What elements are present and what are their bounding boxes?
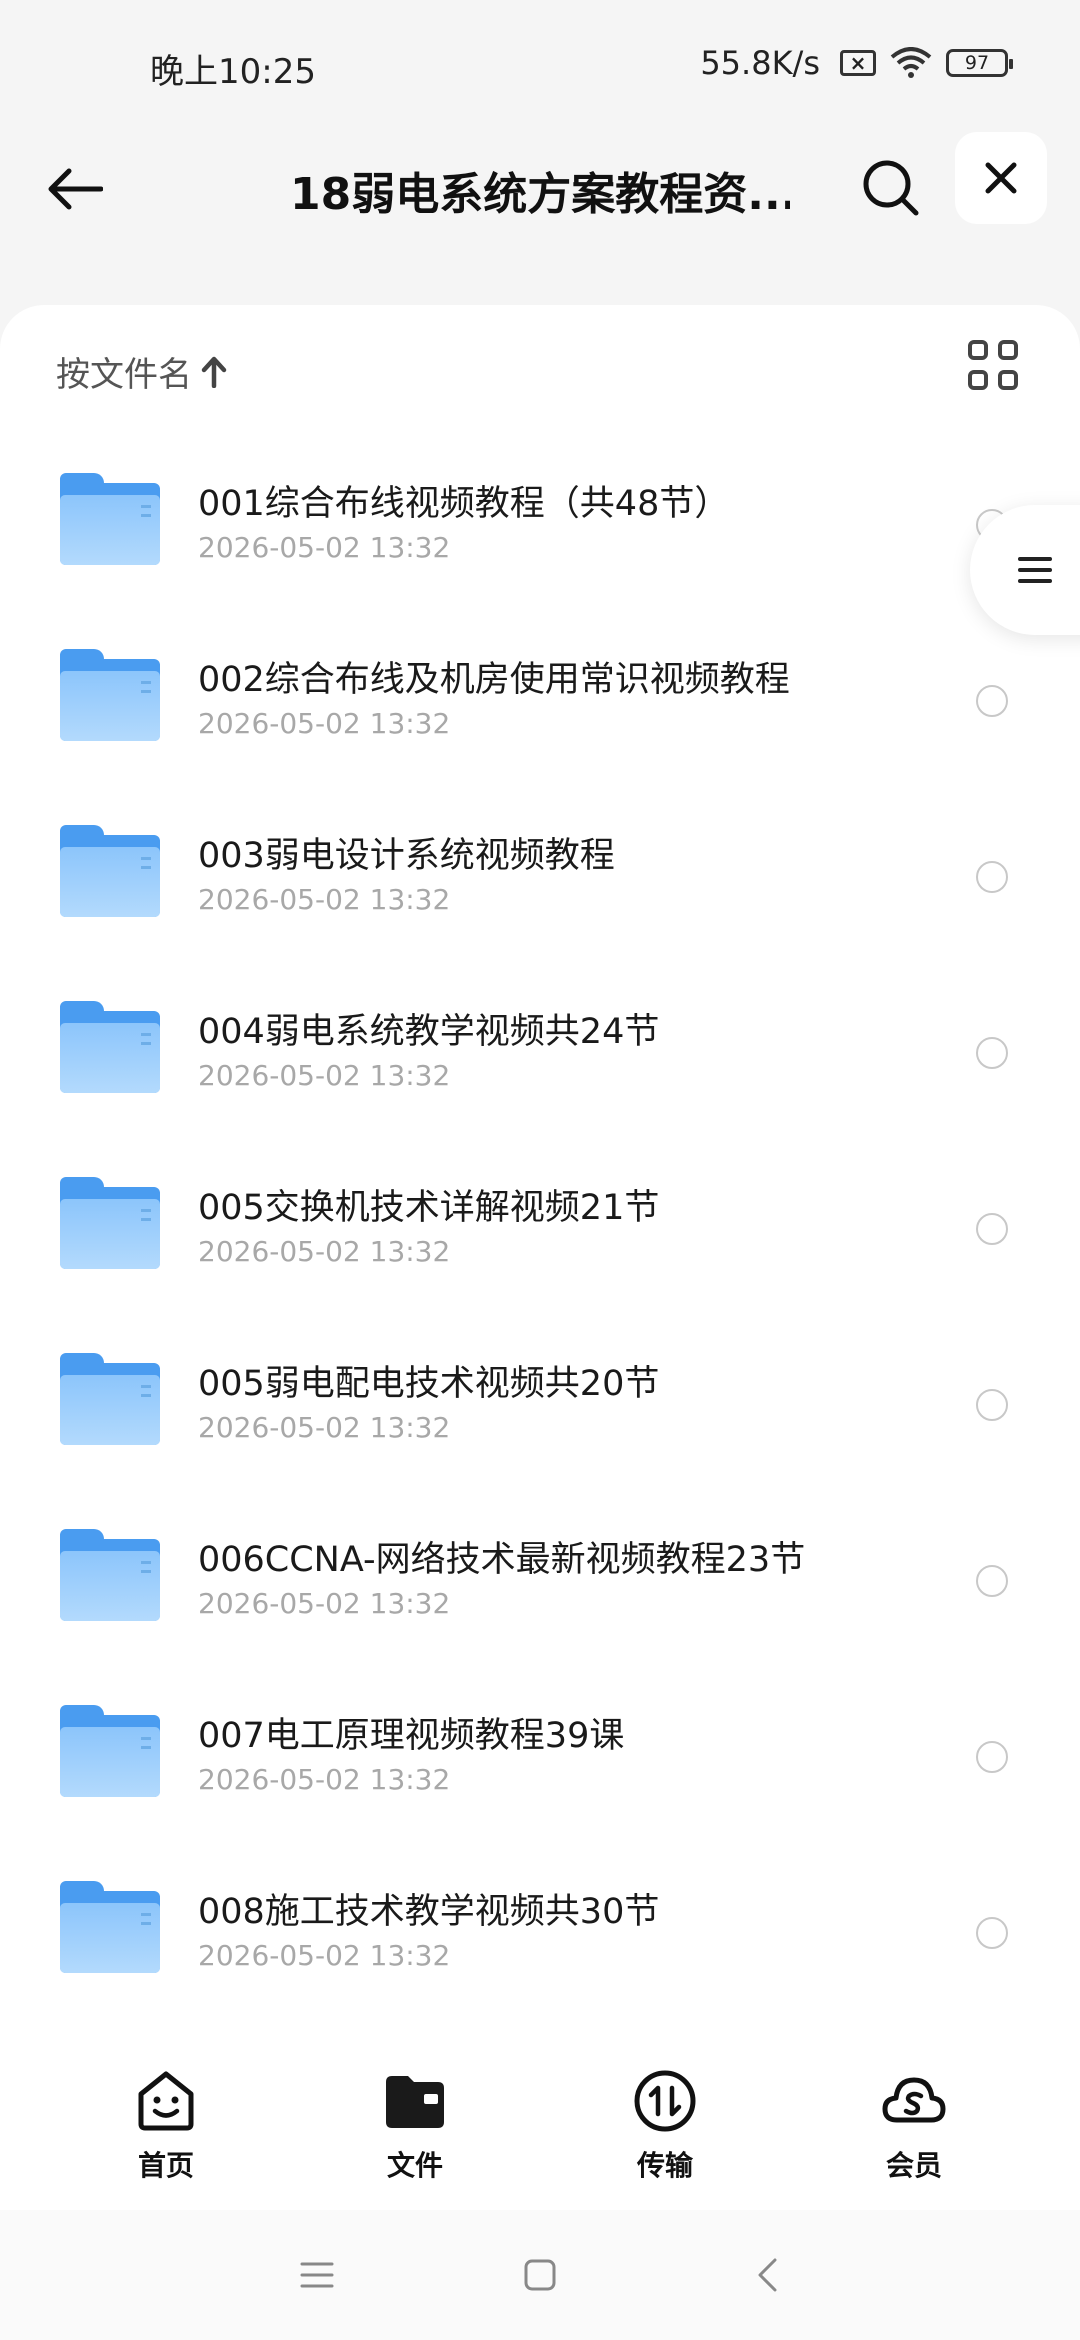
grid-view-icon	[968, 340, 988, 360]
file-list-panel: 按文件名 001综合布线视频教程（共48节） 2026-05-02 13:32 …	[0, 305, 1080, 2085]
list-item[interactable]: 006CCNA-网络技术最新视频教程23节 2026-05-02 13:32	[0, 1509, 1080, 1685]
select-radio[interactable]	[976, 1389, 1008, 1421]
list-item[interactable]: 007电工原理视频教程39课 2026-05-02 13:32	[0, 1685, 1080, 1861]
file-name: 003弱电设计系统视频教程	[198, 836, 615, 876]
folder-icon	[60, 825, 160, 917]
select-radio[interactable]	[976, 685, 1008, 717]
close-button[interactable]	[955, 132, 1047, 224]
select-radio[interactable]	[976, 1565, 1008, 1597]
folder-icon	[60, 1705, 160, 1797]
battery-level: 97	[964, 52, 990, 74]
folder-icon	[60, 1353, 160, 1445]
file-name: 005交换机技术详解视频21节	[198, 1188, 660, 1228]
file-date: 2026-05-02 13:32	[198, 883, 451, 916]
nav-files-label: 文件	[386, 2149, 443, 2182]
search-icon	[863, 160, 919, 216]
cloud-member-icon	[882, 2077, 946, 2123]
arrow-up-icon	[201, 356, 227, 388]
sort-button[interactable]: 按文件名	[56, 347, 228, 396]
file-date: 2026-05-02 13:32	[198, 531, 451, 564]
nav-member-label: 会员	[885, 2149, 942, 2182]
grid-view-icon-cell	[998, 340, 1018, 360]
page-title: 18弱电系统方案教程资...	[290, 169, 790, 220]
select-radio[interactable]	[976, 1213, 1008, 1245]
close-icon	[985, 162, 1017, 194]
folder-icon	[386, 2076, 444, 2128]
nav-transfer[interactable]: 传输	[605, 2068, 725, 2184]
menu-lines-icon	[300, 2262, 334, 2288]
status-indicators: 55.8K/s × 97	[700, 44, 1013, 82]
nav-home[interactable]: 首页	[106, 2068, 226, 2184]
folder-icon	[60, 1529, 160, 1621]
folder-icon	[60, 1177, 160, 1269]
net-speed: 55.8K/s	[700, 44, 820, 82]
grid-view-icon-cell	[998, 370, 1018, 390]
file-date: 2026-05-02 13:32	[198, 1411, 451, 1444]
sort-label: 按文件名	[56, 355, 192, 395]
back-arrow-icon	[48, 168, 103, 210]
wifi-icon	[890, 47, 932, 78]
file-date: 2026-05-02 13:32	[198, 1587, 451, 1620]
home-button[interactable]	[515, 2250, 565, 2300]
select-radio[interactable]	[976, 861, 1008, 893]
file-name: 005弱电配电技术视频共20节	[198, 1364, 660, 1404]
battery-icon: 97	[946, 49, 1013, 77]
list-item[interactable]: 004弱电系统教学视频共24节 2026-05-02 13:32	[0, 981, 1080, 1157]
header: 18弱电系统方案教程资...	[0, 130, 1080, 300]
square-icon	[524, 2259, 556, 2291]
bottom-nav: 首页 文件 传输 会员	[0, 2050, 1080, 2211]
nav-files[interactable]: 文件	[355, 2068, 475, 2184]
file-date: 2026-05-02 13:32	[198, 1763, 451, 1796]
status-time: 晚上10:25	[150, 52, 316, 92]
file-date: 2026-05-02 13:32	[198, 707, 451, 740]
sim-x-icon: ×	[840, 50, 876, 76]
list-item[interactable]: 002综合布线及机房使用常识视频教程 2026-05-02 13:32	[0, 629, 1080, 805]
file-date: 2026-05-02 13:32	[198, 1235, 451, 1268]
file-name: 004弱电系统教学视频共24节	[198, 1012, 660, 1052]
list-item[interactable]: 003弱电设计系统视频教程 2026-05-02 13:32	[0, 805, 1080, 981]
hamburger-icon	[1018, 550, 1052, 590]
file-date: 2026-05-02 13:32	[198, 1939, 451, 1972]
list-item[interactable]: 008施工技术教学视频共30节 2026-05-02 13:32	[0, 1861, 1080, 2037]
list-item[interactable]: 005交换机技术详解视频21节 2026-05-02 13:32	[0, 1157, 1080, 1333]
list-item[interactable]: 001综合布线视频教程（共48节） 2026-05-02 13:32	[0, 453, 1080, 629]
grid-view-button[interactable]	[968, 340, 1026, 398]
nav-home-label: 首页	[137, 2149, 194, 2182]
recent-apps-button[interactable]	[292, 2250, 342, 2300]
folder-icon	[60, 1001, 160, 1093]
file-list: 001综合布线视频教程（共48节） 2026-05-02 13:32 002综合…	[0, 453, 1080, 2037]
file-name: 007电工原理视频教程39课	[198, 1716, 625, 1756]
back-button[interactable]	[40, 154, 110, 224]
back-nav-button[interactable]	[742, 2250, 792, 2300]
folder-icon	[60, 473, 160, 565]
search-button[interactable]	[855, 152, 927, 224]
file-name: 002综合布线及机房使用常识视频教程	[198, 660, 790, 700]
transfer-icon	[634, 2070, 696, 2132]
file-name: 008施工技术教学视频共30节	[198, 1892, 660, 1932]
file-name: 001综合布线视频教程（共48节）	[198, 484, 730, 524]
home-face-icon	[138, 2071, 194, 2131]
select-radio[interactable]	[976, 1741, 1008, 1773]
grid-view-icon-cell	[968, 370, 988, 390]
file-name: 006CCNA-网络技术最新视频教程23节	[198, 1540, 806, 1580]
list-item[interactable]: 005弱电配电技术视频共20节 2026-05-02 13:32	[0, 1333, 1080, 1509]
system-nav-bar	[0, 2210, 1080, 2340]
chevron-left-icon	[758, 2258, 777, 2292]
nav-member[interactable]: 会员	[854, 2068, 974, 2184]
select-radio[interactable]	[976, 1917, 1008, 1949]
status-bar: 晚上10:25 55.8K/s × 97	[0, 0, 1080, 130]
folder-icon	[60, 649, 160, 741]
nav-transfer-label: 传输	[636, 2149, 693, 2182]
folder-icon	[60, 1881, 160, 1973]
file-date: 2026-05-02 13:32	[198, 1059, 451, 1092]
select-radio[interactable]	[976, 1037, 1008, 1069]
